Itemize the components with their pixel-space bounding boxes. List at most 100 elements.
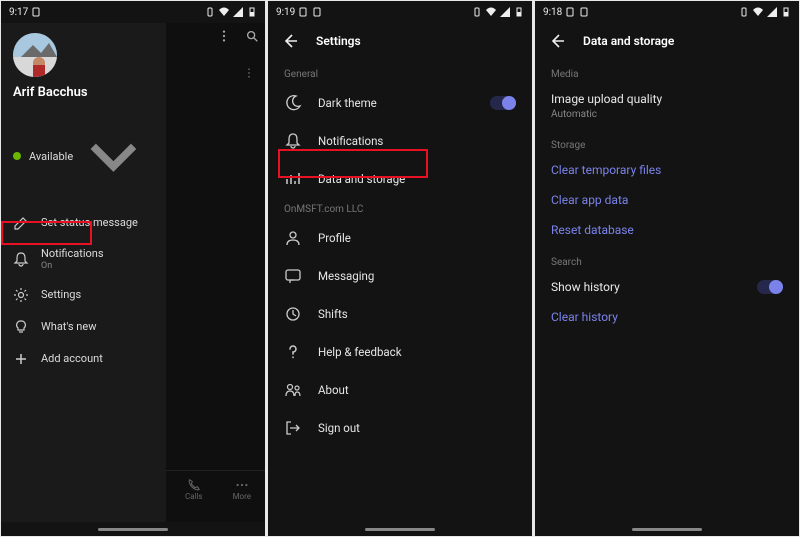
status-bar: 9:19 — [268, 1, 532, 23]
menu-settings[interactable]: Settings — [1, 279, 166, 311]
menu-item-sub: On — [41, 261, 104, 271]
show-history-toggle[interactable] — [757, 280, 783, 294]
section-search: Search — [535, 251, 799, 272]
dark-theme-toggle[interactable] — [490, 96, 516, 110]
header: Data and storage — [535, 23, 799, 63]
settings-item-label: Shifts — [318, 307, 348, 321]
chat-icon — [284, 267, 302, 285]
signal-icon — [767, 7, 777, 17]
status-bar: 9:18 — [535, 1, 799, 23]
battery-icon — [781, 7, 791, 17]
data-usage-icon — [284, 170, 302, 188]
link-clear-temp[interactable]: Clear temporary files — [535, 155, 799, 185]
section-media: Media — [535, 63, 799, 84]
question-icon — [284, 343, 302, 361]
section-storage: Storage — [535, 134, 799, 155]
nav-more[interactable]: More — [233, 478, 251, 501]
settings-item-label: Notifications — [318, 134, 383, 148]
settings-shifts[interactable]: Shifts — [268, 295, 532, 333]
settings-item-label: Messaging — [318, 269, 374, 283]
bell-icon — [13, 251, 29, 267]
android-nav-bar — [1, 522, 265, 536]
wifi-icon — [219, 7, 229, 17]
nav-label: Calls — [185, 492, 203, 501]
more-vertical-icon[interactable] — [217, 29, 231, 43]
bell-icon — [284, 132, 302, 150]
menu-item-label: Settings — [41, 288, 81, 301]
settings-dark-theme[interactable]: Dark theme — [268, 84, 532, 122]
menu-item-label: Notifications — [41, 247, 104, 260]
vibrate-icon — [472, 7, 482, 17]
settings-item-label: Profile — [318, 231, 351, 245]
screen-data-storage: 9:18 Data and storage Media Image upload… — [535, 1, 799, 536]
screen-profile-menu: 9:17 Arif Bacchus Available — [1, 1, 265, 536]
menu-add-account[interactable]: Add account — [1, 343, 166, 375]
item-show-history[interactable]: Show history — [535, 272, 799, 302]
bottom-nav: Calls More — [166, 470, 265, 508]
settings-profile[interactable]: Profile — [268, 219, 532, 257]
wifi-icon — [486, 7, 496, 17]
menu-set-status[interactable]: Set status message — [1, 207, 166, 239]
person-icon — [284, 229, 302, 247]
link-clear-app-data[interactable]: Clear app data — [535, 185, 799, 215]
notification-indicator-icon — [313, 7, 323, 17]
vibrate-icon — [205, 7, 215, 17]
settings-messaging[interactable]: Messaging — [268, 257, 532, 295]
notification-indicator-icon — [299, 7, 309, 17]
back-arrow-icon[interactable] — [549, 33, 565, 49]
search-icon[interactable] — [245, 29, 259, 43]
user-name: Arif Bacchus — [13, 85, 166, 100]
menu-item-label: What's new — [41, 320, 96, 333]
settings-item-label: About — [318, 383, 349, 397]
back-arrow-icon[interactable] — [282, 33, 298, 49]
settings-notifications[interactable]: Notifications — [268, 122, 532, 160]
gear-icon — [13, 287, 29, 303]
presence-row[interactable]: Available — [1, 110, 166, 203]
page-title: Data and storage — [583, 34, 674, 48]
vibrate-icon — [739, 7, 749, 17]
android-nav-bar — [268, 522, 532, 536]
settings-item-label: Help & feedback — [318, 345, 402, 359]
nav-label: More — [233, 492, 251, 501]
android-nav-bar — [535, 522, 799, 536]
settings-data-storage[interactable]: Data and storage — [268, 160, 532, 198]
settings-help[interactable]: Help & feedback — [268, 333, 532, 371]
settings-sign-out[interactable]: Sign out — [268, 409, 532, 447]
settings-about[interactable]: About — [268, 371, 532, 409]
sign-out-icon — [284, 419, 302, 437]
notification-indicator-icon — [566, 7, 576, 17]
moon-icon — [284, 94, 302, 112]
teams-icon — [284, 381, 302, 399]
clock-text: 9:18 — [543, 7, 562, 18]
menu-item-label: Set status message — [41, 216, 138, 229]
link-reset-database[interactable]: Reset database — [535, 215, 799, 245]
menu-notifications[interactable]: Notifications On — [1, 239, 166, 279]
edit-icon — [13, 215, 29, 231]
nav-calls[interactable]: Calls — [185, 478, 203, 501]
section-org: OnMSFT.com LLC — [268, 198, 532, 219]
menu-item-label: Add account — [41, 352, 103, 365]
battery-icon — [514, 7, 524, 17]
screen-settings: 9:19 Settings General Dark theme Notific… — [268, 1, 532, 536]
notification-indicator-icon — [32, 7, 42, 17]
profile-sidebar: Arif Bacchus Available Set status messag… — [1, 23, 166, 522]
signal-icon — [500, 7, 510, 17]
link-clear-history[interactable]: Clear history — [535, 302, 799, 332]
plus-icon — [13, 351, 29, 367]
section-general: General — [268, 63, 532, 84]
lightbulb-icon — [13, 319, 29, 335]
clock-text: 9:17 — [9, 7, 28, 18]
item-sub: Automatic — [551, 109, 597, 120]
signal-icon — [233, 7, 243, 17]
menu-whats-new[interactable]: What's new — [1, 311, 166, 343]
settings-item-label: Dark theme — [318, 96, 377, 110]
item-upload-quality[interactable]: Image upload quality Automatic — [535, 84, 799, 128]
settings-item-label: Sign out — [318, 421, 360, 435]
clock-text: 9:19 — [276, 7, 295, 18]
wifi-icon — [753, 7, 763, 17]
item-label: Image upload quality — [551, 92, 662, 106]
battery-icon — [247, 7, 257, 17]
avatar[interactable] — [13, 33, 57, 77]
notification-indicator-icon — [580, 7, 590, 17]
more-vertical-icon[interactable] — [243, 67, 255, 79]
